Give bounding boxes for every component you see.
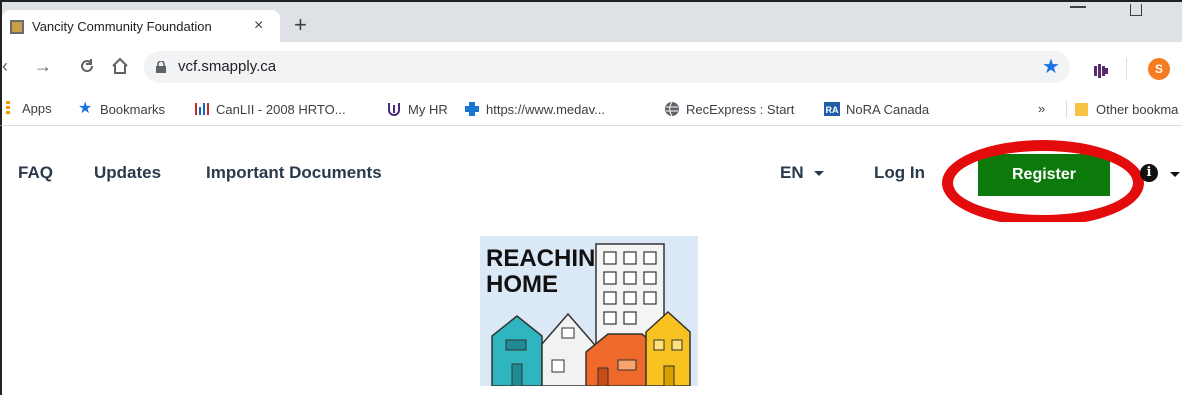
bookmark-label: RecExpress : Start xyxy=(686,101,795,117)
bookmark-star-icon[interactable]: ★ xyxy=(1042,56,1060,78)
chevron-down-icon[interactable] xyxy=(1170,172,1180,177)
bookmark-myhr[interactable]: My HR xyxy=(386,101,448,117)
language-selector[interactable]: EN xyxy=(780,163,824,183)
toolbar-divider xyxy=(1126,58,1127,80)
bookmark-label: Apps xyxy=(22,101,52,116)
bookmark-label: NoRA Canada xyxy=(846,101,930,117)
address-bar[interactable]: vcf.smapply.ca ★ xyxy=(144,51,1070,83)
bookmark-apps[interactable]: Apps xyxy=(22,101,52,116)
login-link[interactable]: Log In xyxy=(874,163,925,183)
bookmarks-bar: Apps ★ Bookmarks CanLII - 2008 HRTO... M… xyxy=(0,92,1182,126)
window-minimize-button[interactable] xyxy=(1070,6,1086,8)
bookmark-label: https://www.medav... xyxy=(486,101,605,117)
reload-icon[interactable] xyxy=(78,57,96,75)
ra-icon: RA xyxy=(824,102,840,116)
medical-cross-icon xyxy=(465,102,479,116)
bookmark-canlii[interactable]: CanLII - 2008 HRTO... xyxy=(194,101,346,117)
info-icon[interactable]: i xyxy=(1140,164,1158,182)
bookmark-bookmarks[interactable]: ★ Bookmarks xyxy=(78,101,165,117)
canlii-icon xyxy=(195,103,209,115)
language-label: EN xyxy=(780,163,804,182)
bookmark-label: Other bookma xyxy=(1096,101,1179,117)
forward-icon[interactable]: → xyxy=(34,56,52,76)
chevron-down-icon xyxy=(813,171,824,177)
bookmark-recexpress[interactable]: RecExpress : Start xyxy=(664,101,794,117)
svg-text:HOME: HOME xyxy=(486,271,558,298)
myhr-icon xyxy=(388,103,400,116)
bookmarks-divider xyxy=(1066,100,1067,118)
nav-link-important-documents[interactable]: Important Documents xyxy=(206,163,382,183)
back-icon[interactable]: ‹ xyxy=(2,56,8,76)
window-maximize-button[interactable] xyxy=(1130,4,1142,16)
apps-grid-icon xyxy=(6,101,10,115)
globe-icon xyxy=(665,101,679,117)
extension-icon[interactable] xyxy=(1094,64,1108,78)
highlight-annotation-ring xyxy=(942,140,1144,226)
bookmark-label: CanLII - 2008 HRTO... xyxy=(216,101,346,117)
bookmark-other[interactable]: Other bookma xyxy=(1074,101,1178,117)
svg-text:REACHING: REACHING xyxy=(486,245,614,272)
browser-tab[interactable]: Vancity Community Foundation × xyxy=(2,10,280,44)
tab-close-icon[interactable]: × xyxy=(254,17,263,35)
tab-title: Vancity Community Foundation xyxy=(32,19,212,34)
home-icon[interactable] xyxy=(110,56,130,76)
reaching-home-logo: REACHING HOME xyxy=(480,236,698,386)
lock-icon xyxy=(156,61,166,73)
site-favicon-icon xyxy=(10,20,24,34)
bookmark-label: Bookmarks xyxy=(100,101,166,117)
bookmark-nora[interactable]: RA NoRA Canada xyxy=(824,101,929,117)
bookmark-medav[interactable]: https://www.medav... xyxy=(464,101,605,117)
url-text: vcf.smapply.ca xyxy=(178,58,277,75)
bookmarks-overflow-button[interactable]: » xyxy=(1038,101,1045,116)
svg-text:RA: RA xyxy=(826,105,839,115)
star-icon: ★ xyxy=(78,100,93,117)
nav-link-updates[interactable]: Updates xyxy=(94,163,161,183)
profile-avatar[interactable]: S xyxy=(1148,58,1170,80)
browser-tabstrip: Vancity Community Foundation × + xyxy=(0,0,1182,44)
overflow-icon: » xyxy=(1038,101,1046,116)
folder-icon xyxy=(1075,103,1088,116)
bookmark-label: My HR xyxy=(408,101,448,117)
new-tab-button[interactable]: + xyxy=(294,14,307,36)
nav-link-faq[interactable]: FAQ xyxy=(18,163,53,183)
browser-toolbar: ‹ → vcf.smapply.ca ★ S xyxy=(0,42,1182,92)
